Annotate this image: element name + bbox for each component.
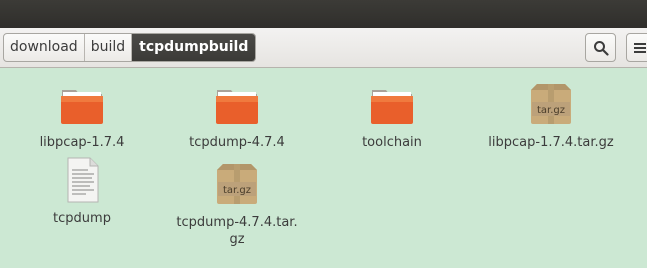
file-item-folder[interactable]: libpcap-1.7.4 — [17, 80, 147, 151]
file-item-folder[interactable]: tcpdump-4.7.4 — [172, 80, 302, 151]
file-name: libpcap-1.7.4.tar.gz — [488, 135, 614, 150]
file-name: toolchain — [362, 135, 422, 150]
file-name: tcpdump — [53, 211, 111, 226]
breadcrumb-download[interactable]: download — [4, 34, 85, 61]
hamburger-menu-icon — [633, 42, 646, 53]
search-icon — [593, 40, 609, 56]
archive-badge: tar.gz — [537, 105, 565, 116]
menu-button[interactable] — [626, 33, 647, 62]
search-button[interactable] — [585, 33, 616, 62]
archive-icon: tar.gz — [531, 84, 571, 124]
folder-icon — [61, 90, 103, 124]
text-file-icon — [67, 157, 99, 203]
folder-icon — [216, 90, 258, 124]
file-item-archive[interactable]: tar.gz libpcap-1.7.4.tar.gz — [481, 80, 621, 151]
file-item-archive[interactable]: tar.gz tcpdump-4.7.4.tar. gz — [172, 160, 302, 248]
header-bar: download build tcpdumpbuild — [0, 28, 647, 68]
archive-icon: tar.gz — [217, 164, 257, 204]
window-titlebar — [0, 0, 647, 28]
archive-badge: tar.gz — [223, 185, 251, 196]
file-name: tcpdump-4.7.4 — [189, 135, 285, 150]
file-name: tcpdump-4.7.4.tar. gz — [176, 215, 298, 247]
breadcrumb-current[interactable]: tcpdumpbuild — [132, 34, 256, 61]
path-bar: download build tcpdumpbuild — [3, 33, 257, 62]
folder-icon — [371, 90, 413, 124]
file-name: libpcap-1.7.4 — [39, 135, 125, 150]
breadcrumb-build[interactable]: build — [85, 34, 133, 61]
file-item-text[interactable]: tcpdump — [17, 156, 147, 227]
file-item-folder[interactable]: toolchain — [327, 80, 457, 151]
